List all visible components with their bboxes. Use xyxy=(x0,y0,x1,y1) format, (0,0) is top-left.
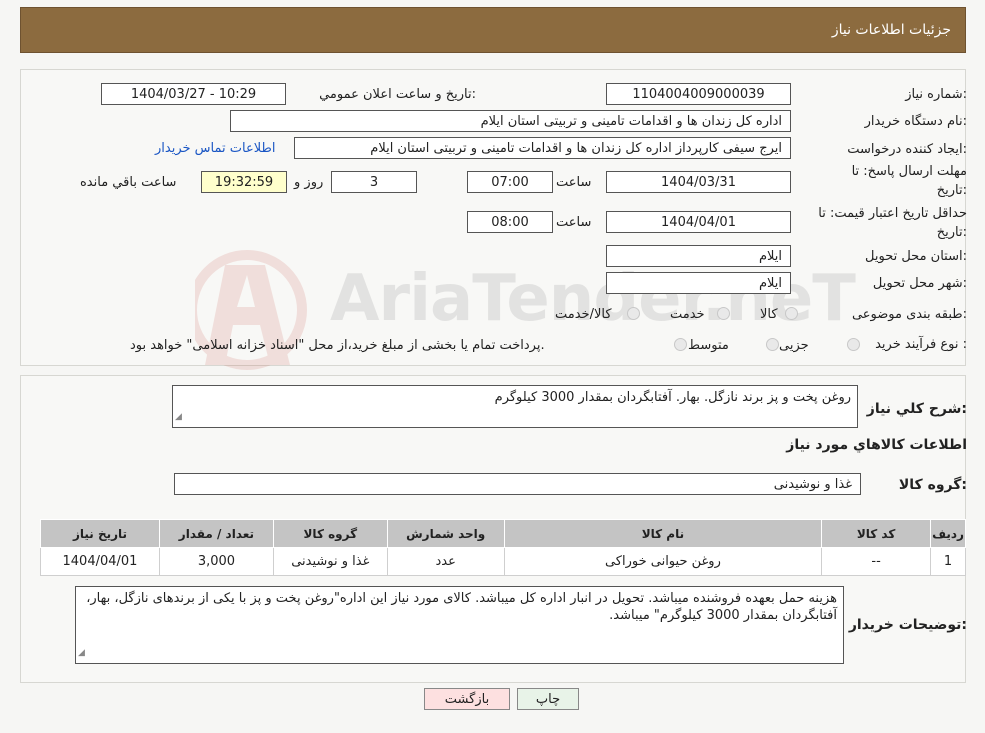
goods-group-label: گروه کالا: xyxy=(898,477,967,493)
cell-group: غذا و نوشیدنی xyxy=(272,547,388,576)
announce-label: تاریخ و ساعت اعلان عمومي: xyxy=(319,87,476,102)
category-radio-service[interactable] xyxy=(717,307,730,320)
process-option-medium: متوسط xyxy=(688,338,729,353)
category-radio-goods-service[interactable] xyxy=(627,307,640,320)
goods-group-field: غذا و نوشیدنی xyxy=(174,473,861,495)
category-radio-goods[interactable] xyxy=(785,307,798,320)
col-date: تاریخ نیاز xyxy=(40,519,160,548)
deadline-date-field: 1404/03/31 xyxy=(606,171,791,193)
cell-code: -- xyxy=(821,547,932,576)
process-note: پرداخت تمام یا بخشی از مبلغ خرید،از محل … xyxy=(130,338,545,353)
goods-table: ردیف کد کالا نام کالا واحد شمارش گروه کا… xyxy=(40,519,966,576)
province-label: استان محل تحویل: xyxy=(865,249,967,264)
process-option-minor: جزیی xyxy=(779,338,809,353)
creator-label: ایجاد کننده درخواست: xyxy=(847,142,967,157)
days-field: 3 xyxy=(331,171,417,193)
buyer-org-label: نام دستگاه خریدار: xyxy=(864,114,967,129)
cell-date: 1404/04/01 xyxy=(40,547,160,576)
goods-heading: اطلاعات کالاهاي مورد نیاز xyxy=(786,437,967,453)
need-number-label: شماره نیاز: xyxy=(905,87,967,102)
city-label: شهر محل تحویل: xyxy=(872,276,967,291)
table-row: 1 -- روغن حیوانی خوراکی عدد غذا و نوشیدن… xyxy=(40,547,966,576)
buyer-contact-link[interactable]: اطلاعات تماس خریدار xyxy=(155,141,275,156)
buyer-notes-textarea[interactable]: هزینه حمل بعهده فروشنده میباشد. تحویل در… xyxy=(75,586,844,664)
col-row: ردیف xyxy=(930,519,966,548)
buyer-notes-text: هزینه حمل بعهده فروشنده میباشد. تحویل در… xyxy=(86,591,837,623)
category-option-goods-service: کالا/خدمت xyxy=(555,307,612,322)
province-field: ایلام xyxy=(606,245,791,267)
deadline-label: مهلت ارسال پاسخ: تا xyxy=(851,164,967,179)
category-label: طبقه بندی موضوعی: xyxy=(851,307,967,322)
process-radio-treasury[interactable] xyxy=(674,338,687,351)
col-code: کد کالا xyxy=(821,519,932,548)
announce-field: 1404/03/27 - 10:29 xyxy=(101,83,286,105)
validity-time-field: 08:00 xyxy=(467,211,553,233)
summary-label: شرح کلي نیاز: xyxy=(866,401,967,417)
col-group: گروه کالا xyxy=(272,519,388,548)
process-label: نوع فرآیند خرید : xyxy=(875,337,967,352)
buyer-org-field: اداره کل زندان ها و اقدامات تامینی و ترب… xyxy=(230,110,791,132)
summary-textarea[interactable]: روغن پخت و پز برند نازگل. بهار. آفتابگرد… xyxy=(172,385,858,428)
col-qty: تعداد / مقدار xyxy=(158,519,274,548)
resize-grip-icon[interactable]: ◢ xyxy=(175,409,182,426)
deadline-time-field: 07:00 xyxy=(467,171,553,193)
validity-label-date: تاریخ: xyxy=(936,225,967,240)
col-unit: واحد شمارش xyxy=(386,519,505,548)
cell-name: روغن حیوانی خوراکی xyxy=(503,547,823,576)
remaining-label: ساعت باقي مانده xyxy=(80,175,177,190)
deadline-time-label: ساعت xyxy=(556,175,592,190)
days-label: روز و xyxy=(294,175,324,190)
validity-date-field: 1404/04/01 xyxy=(606,211,791,233)
deadline-label-date: تاریخ: xyxy=(936,183,967,198)
cell-row: 1 xyxy=(930,547,966,576)
page-title: جزئیات اطلاعات نیاز xyxy=(831,22,951,38)
goods-table-header: ردیف کد کالا نام کالا واحد شمارش گروه کا… xyxy=(40,519,966,548)
cell-unit: عدد xyxy=(386,547,505,576)
remaining-time-field: 19:32:59 xyxy=(201,171,287,193)
print-button[interactable]: چاپ xyxy=(517,688,579,710)
process-radio-minor[interactable] xyxy=(847,338,860,351)
category-option-service: خدمت xyxy=(670,307,705,322)
resize-grip-icon[interactable]: ◢ xyxy=(78,645,85,662)
category-option-goods: کالا xyxy=(760,307,778,322)
validity-time-label: ساعت xyxy=(556,215,592,230)
validity-label: حداقل تاریخ اعتبار قیمت: تا xyxy=(818,206,967,221)
buyer-notes-label: توضیحات خریدار: xyxy=(848,617,967,633)
city-field: ایلام xyxy=(606,272,791,294)
process-radio-medium[interactable] xyxy=(766,338,779,351)
col-name: نام کالا xyxy=(503,519,823,548)
back-button[interactable]: بازگشت xyxy=(424,688,510,710)
cell-qty: 3,000 xyxy=(158,547,274,576)
creator-field: ایرج سیفی کارپرداز اداره کل زندان ها و ا… xyxy=(294,137,791,159)
summary-text: روغن پخت و پز برند نازگل. بهار. آفتابگرد… xyxy=(494,390,851,405)
need-number-field: 1104004009000039 xyxy=(606,83,791,105)
page-header: جزئیات اطلاعات نیاز xyxy=(20,7,966,53)
